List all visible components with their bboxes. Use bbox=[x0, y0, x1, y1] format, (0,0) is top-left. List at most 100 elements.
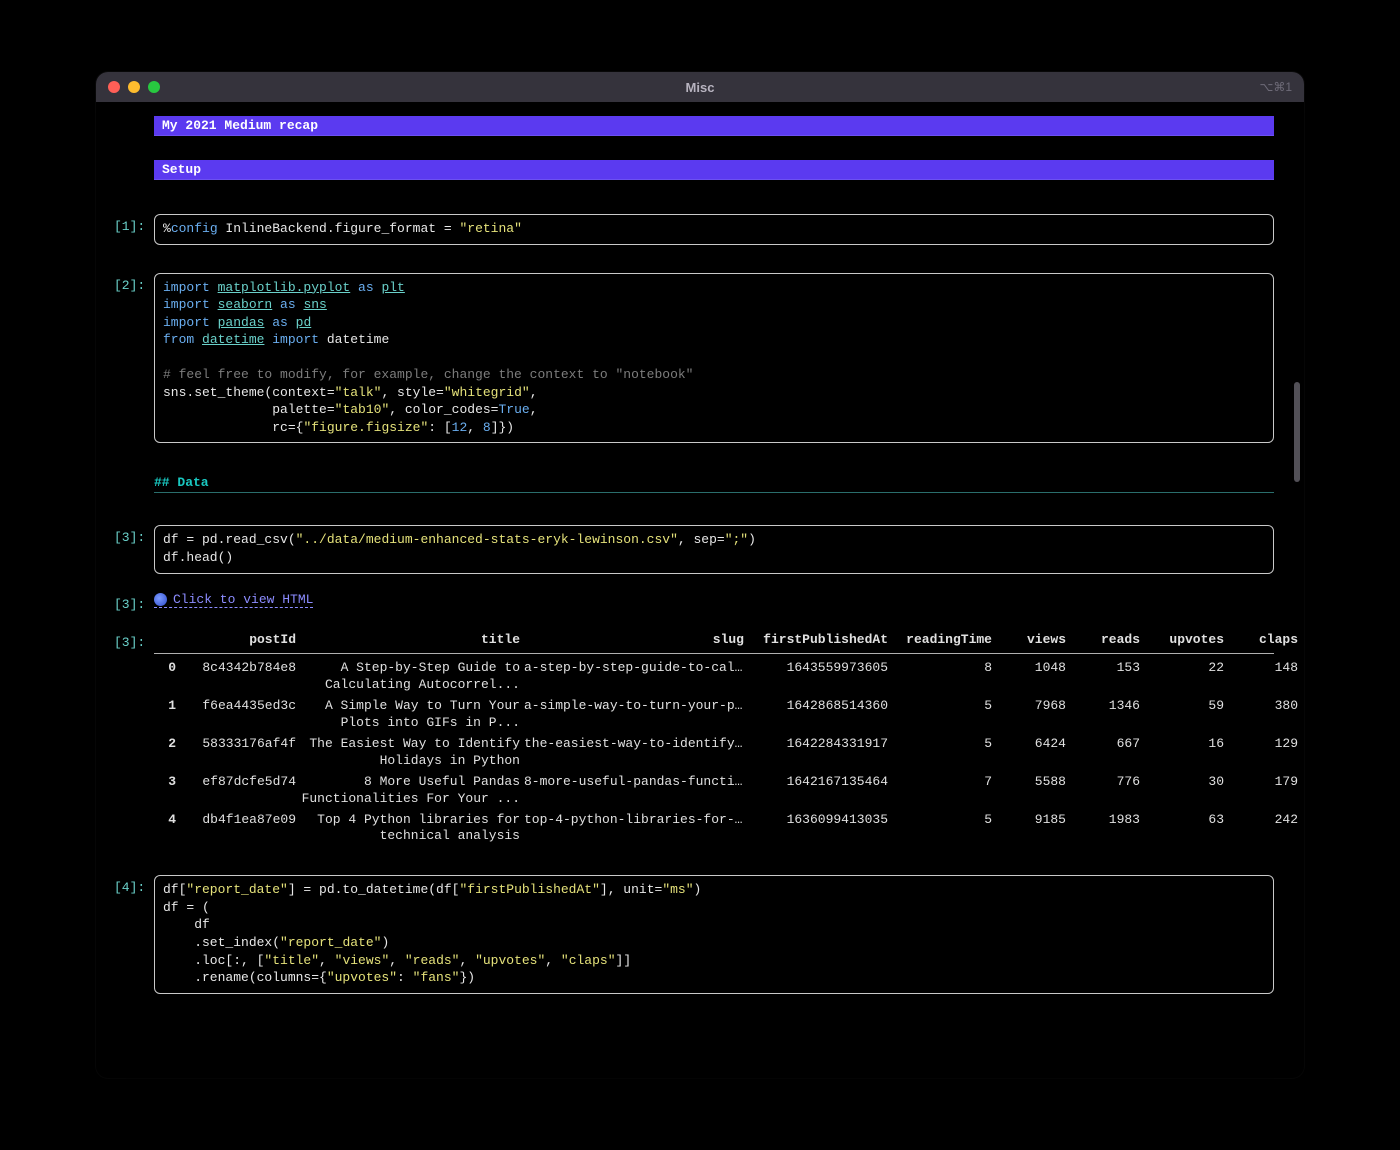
code-text: , bbox=[545, 953, 561, 968]
table-cell: a-step-by-step-guide-to-calcu… bbox=[524, 658, 744, 679]
code-text: True bbox=[498, 402, 529, 417]
subheading-data: ## Data bbox=[154, 471, 1274, 493]
table-cell: 1 bbox=[154, 696, 182, 717]
code-text: as bbox=[264, 315, 295, 330]
table-header-cell: slug bbox=[524, 630, 744, 651]
code-text: "figure.figsize" bbox=[303, 420, 428, 435]
gutter bbox=[114, 471, 154, 476]
code-text: "firstPublishedAt" bbox=[459, 882, 599, 897]
code-text: datetime bbox=[327, 332, 389, 347]
table-cell: f6ea4435ed3c bbox=[186, 696, 296, 717]
code-text: "title" bbox=[264, 953, 319, 968]
code-text: , bbox=[530, 385, 538, 400]
window-title: Misc bbox=[96, 80, 1304, 95]
table-cell: 7 bbox=[892, 772, 992, 793]
table-cell: 63 bbox=[1144, 810, 1224, 831]
table-cell: top-4-python-libraries-for-te… bbox=[524, 810, 744, 831]
table-cell: 6424 bbox=[996, 734, 1066, 755]
code-text: import bbox=[264, 332, 326, 347]
table-cell: 153 bbox=[1070, 658, 1140, 679]
code-text: "../data/medium-enhanced-stats-eryk-lewi… bbox=[296, 532, 678, 547]
table-row: 258333176af4fThe Easiest Way to Identify… bbox=[154, 734, 1274, 772]
table-cell: 8 More Useful Pandas Functionalities For… bbox=[300, 772, 520, 810]
code-text: % bbox=[163, 221, 171, 236]
code-text: : bbox=[397, 970, 413, 985]
code-text: , bbox=[530, 402, 538, 417]
table-cell: 380 bbox=[1228, 696, 1298, 717]
table-cell: 4 bbox=[154, 810, 182, 831]
table-cell: 667 bbox=[1070, 734, 1140, 755]
code-cell-3[interactable]: df = pd.read_csv("../data/medium-enhance… bbox=[154, 525, 1274, 573]
table-header-row: postIdtitleslugfirstPublishedAtreadingTi… bbox=[154, 630, 1274, 655]
table-cell: 1642167135464 bbox=[748, 772, 888, 793]
table-cell: the-easiest-way-to-identify-h… bbox=[524, 734, 744, 755]
code-text: "talk" bbox=[335, 385, 382, 400]
code-cell-1[interactable]: %config InlineBackend.figure_format = "r… bbox=[154, 214, 1274, 245]
code-text: import bbox=[163, 297, 218, 312]
code-text: "upvotes" bbox=[327, 970, 397, 985]
code-cell-4[interactable]: df["report_date"] = pd.to_datetime(df["f… bbox=[154, 875, 1274, 993]
input-prompt: [1]: bbox=[114, 214, 154, 234]
code-text: as bbox=[350, 280, 381, 295]
code-cell-2[interactable]: import matplotlib.pyplot as plt import s… bbox=[154, 273, 1274, 444]
table-cell: db4f1ea87e09 bbox=[186, 810, 296, 831]
table-header-cell: upvotes bbox=[1144, 630, 1224, 651]
table-cell: 1643559973605 bbox=[748, 658, 888, 679]
code-text: , bbox=[389, 953, 405, 968]
table-cell: 242 bbox=[1228, 810, 1298, 831]
code-text: "tab10" bbox=[335, 402, 390, 417]
table-cell: ef87dcfe5d74 bbox=[186, 772, 296, 793]
code-text: ) bbox=[694, 882, 702, 897]
code-text: ], unit= bbox=[600, 882, 662, 897]
code-text: "retina" bbox=[459, 221, 521, 236]
table-header-cell: views bbox=[996, 630, 1066, 651]
code-text: pd bbox=[296, 315, 312, 330]
table-cell: 1642868514360 bbox=[748, 696, 888, 717]
code-comment: # feel free to modify, for example, chan… bbox=[163, 367, 694, 382]
code-text: ) bbox=[381, 935, 389, 950]
terminal-window: Misc ⌥⌘1 My 2021 Medium recap Setup [1]:… bbox=[96, 72, 1304, 1078]
code-text: df = ( bbox=[163, 900, 210, 915]
table-cell: 16 bbox=[1144, 734, 1224, 755]
table-cell: 8c4342b784e8 bbox=[186, 658, 296, 679]
code-text: sns bbox=[303, 297, 326, 312]
code-text: from bbox=[163, 332, 202, 347]
table-row: 4db4f1ea87e09Top 4 Python libraries for … bbox=[154, 810, 1274, 848]
table-body: 08c4342b784e8A Step-by-Step Guide to Cal… bbox=[154, 658, 1274, 847]
code-text: 12 bbox=[452, 420, 468, 435]
code-text: as bbox=[272, 297, 303, 312]
code-text: "fans" bbox=[413, 970, 460, 985]
scrollbar-thumb[interactable] bbox=[1294, 382, 1300, 482]
code-text: ]] bbox=[616, 953, 632, 968]
input-prompt: [3]: bbox=[114, 525, 154, 545]
table-header-cell: postId bbox=[186, 630, 296, 651]
code-text: "reads" bbox=[405, 953, 460, 968]
table-cell: 179 bbox=[1228, 772, 1298, 793]
code-text: .rename(columns={ bbox=[163, 970, 327, 985]
table-row: 1f6ea4435ed3cA Simple Way to Turn Your P… bbox=[154, 696, 1274, 734]
view-html-link[interactable]: Click to view HTML bbox=[154, 592, 313, 608]
table-cell: 8-more-useful-pandas-function… bbox=[524, 772, 744, 793]
code-text: "claps" bbox=[561, 953, 616, 968]
table-cell: 129 bbox=[1228, 734, 1298, 755]
input-prompt: [2]: bbox=[114, 273, 154, 293]
table-cell: 58333176af4f bbox=[186, 734, 296, 755]
code-text: pandas bbox=[218, 315, 265, 330]
table-cell: 5 bbox=[892, 734, 992, 755]
code-text: import bbox=[163, 280, 218, 295]
code-text: rc={ bbox=[163, 420, 303, 435]
table-cell: The Easiest Way to Identify Holidays in … bbox=[300, 734, 520, 772]
table-cell: 59 bbox=[1144, 696, 1224, 717]
table-header-cell: title bbox=[300, 630, 520, 651]
table-cell: 776 bbox=[1070, 772, 1140, 793]
code-text: : [ bbox=[428, 420, 451, 435]
table-cell: 2 bbox=[154, 734, 182, 755]
table-cell: 1642284331917 bbox=[748, 734, 888, 755]
table-cell: 1048 bbox=[996, 658, 1066, 679]
table-cell: 1346 bbox=[1070, 696, 1140, 717]
titlebar[interactable]: Misc ⌥⌘1 bbox=[96, 72, 1304, 102]
code-text: }) bbox=[459, 970, 475, 985]
code-text: ) bbox=[748, 532, 756, 547]
notebook-area[interactable]: My 2021 Medium recap Setup [1]: %config … bbox=[96, 102, 1304, 1078]
code-text: df.head() bbox=[163, 550, 233, 565]
